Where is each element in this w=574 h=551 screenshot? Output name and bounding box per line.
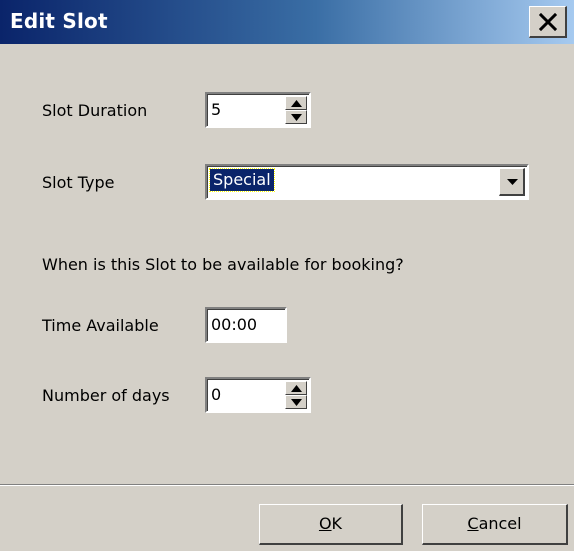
cancel-mnemonic: C bbox=[467, 514, 479, 533]
close-icon bbox=[539, 13, 557, 31]
number-of-days-label: Number of days bbox=[42, 386, 170, 405]
slot-duration-down-button[interactable] bbox=[285, 110, 307, 124]
number-of-days-spin-buttons bbox=[285, 381, 307, 409]
slot-duration-up-button[interactable] bbox=[285, 96, 307, 110]
slot-type-label: Slot Type bbox=[42, 173, 115, 192]
chevron-down-icon bbox=[507, 179, 518, 185]
edit-slot-dialog: Edit Slot Slot Duration 5 Slot Type Spec… bbox=[0, 0, 574, 551]
triangle-up-icon bbox=[291, 100, 302, 107]
slot-duration-label: Slot Duration bbox=[42, 101, 148, 120]
number-of-days-up-button[interactable] bbox=[285, 381, 307, 395]
availability-question: When is this Slot to be available for bo… bbox=[42, 255, 404, 274]
button-bar-separator bbox=[0, 484, 574, 486]
number-of-days-input[interactable]: 0 bbox=[211, 385, 221, 404]
slot-type-dropdown-button[interactable] bbox=[499, 168, 525, 196]
slot-type-selected-value: Special bbox=[209, 168, 275, 192]
triangle-up-icon bbox=[291, 385, 302, 392]
slot-duration-spinner: 5 bbox=[205, 92, 311, 128]
window-title: Edit Slot bbox=[10, 9, 108, 33]
number-of-days-down-button[interactable] bbox=[285, 395, 307, 409]
slot-duration-input[interactable]: 5 bbox=[211, 100, 221, 119]
number-of-days-spinner: 0 bbox=[205, 377, 311, 413]
slot-duration-spin-buttons bbox=[285, 96, 307, 124]
slot-type-select[interactable]: Special bbox=[205, 164, 529, 200]
cancel-label-rest: ancel bbox=[478, 514, 522, 533]
time-available-label: Time Available bbox=[42, 316, 159, 335]
title-bar[interactable]: Edit Slot bbox=[0, 0, 574, 44]
time-available-input[interactable]: 00:00 bbox=[211, 315, 257, 334]
cancel-button[interactable]: Cancel bbox=[422, 504, 568, 545]
triangle-down-icon bbox=[291, 399, 302, 406]
ok-label-rest: K bbox=[331, 514, 343, 533]
ok-button[interactable]: OK bbox=[259, 504, 403, 545]
close-button[interactable] bbox=[529, 6, 567, 38]
triangle-down-icon bbox=[291, 114, 302, 121]
time-available-field: 00:00 bbox=[205, 307, 287, 343]
ok-mnemonic: O bbox=[318, 514, 332, 533]
